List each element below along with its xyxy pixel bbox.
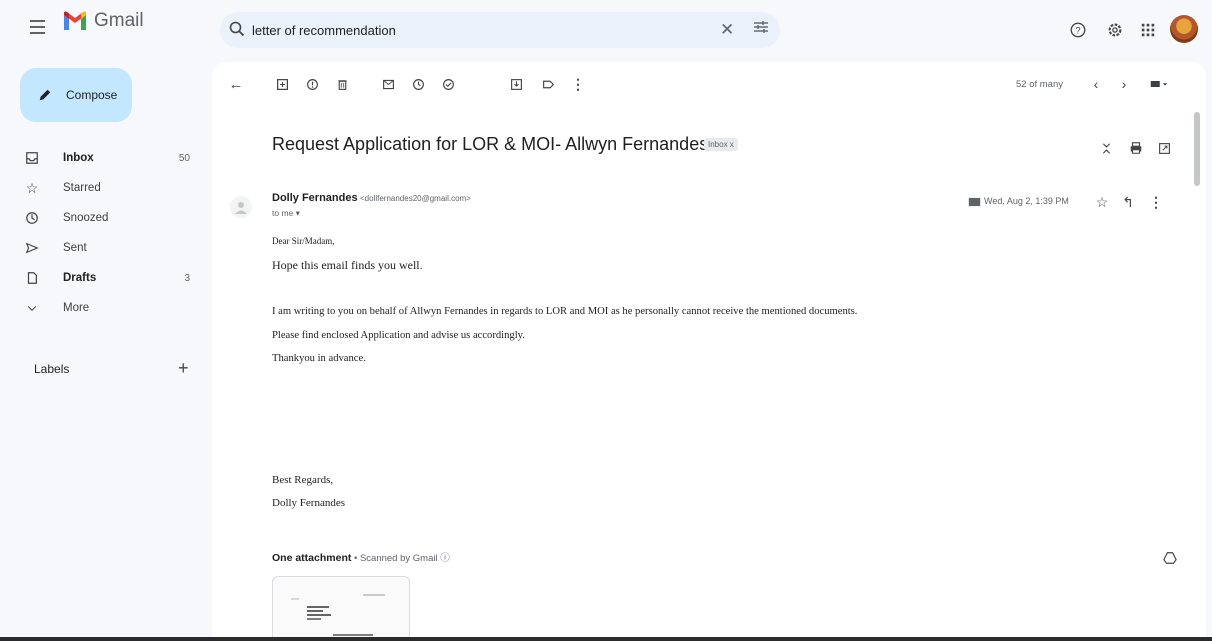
sender-name[interactable]: Dolly Fernandes — [272, 192, 358, 204]
report-spam-icon[interactable] — [304, 76, 320, 92]
attachment-count: One attachment — [272, 552, 352, 564]
search-options-icon[interactable] — [752, 18, 770, 36]
body-line: Hope this email finds you well. — [272, 258, 423, 272]
attachment-indicator-icon — [966, 194, 982, 210]
svg-text:?: ? — [1075, 26, 1080, 36]
email-subject: Request Application for LOR & MOI- Allwy… — [272, 134, 709, 154]
archive-icon[interactable] — [274, 76, 290, 92]
pagination-status: 52 of many — [1016, 79, 1063, 90]
sidebar-item-snoozed[interactable]: Snoozed — [0, 204, 200, 232]
gmail-window: Gmail ✕ ? — [0, 0, 1212, 641]
app-name: Gmail — [94, 10, 144, 31]
back-arrow-icon[interactable]: ← — [228, 76, 244, 93]
reading-pane: ← ⋮ 52 of many ‹ › Request Application f… — [212, 62, 1206, 637]
compose-label: Compose — [66, 88, 118, 102]
sidebar-item-starred[interactable]: ☆ Starred — [0, 174, 200, 202]
help-icon[interactable]: ? — [1066, 18, 1090, 42]
account-avatar[interactable] — [1170, 15, 1198, 43]
sender-avatar[interactable] — [230, 196, 252, 218]
top-bar: Gmail ✕ ? — [0, 0, 1212, 60]
draft-file-icon — [24, 270, 40, 286]
star-icon: ☆ — [25, 179, 39, 196]
apps-grid-icon[interactable] — [1136, 18, 1160, 42]
sidebar-item-label: Sent — [63, 242, 87, 254]
pencil-icon — [39, 89, 51, 101]
body-greeting: Dear Sir/Madam, — [272, 236, 335, 246]
main-menu-icon[interactable] — [26, 15, 50, 39]
scrollbar-thumb[interactable] — [1194, 112, 1200, 186]
search-icon[interactable] — [228, 20, 246, 38]
sidebar-item-label: More — [63, 302, 90, 314]
sidebar-item-inbox[interactable]: Inbox 50 — [0, 144, 200, 172]
add-to-drive-icon[interactable] — [1162, 550, 1178, 566]
snooze-clock-icon[interactable] — [410, 76, 426, 92]
inbox-label-badge[interactable]: Inbox x — [704, 138, 738, 151]
body-line: Thankyou in advance. — [272, 353, 366, 364]
body-line: Please find enclosed Application and adv… — [272, 330, 525, 341]
sidebar-item-drafts[interactable]: Drafts 3 — [0, 264, 200, 292]
delete-trash-icon[interactable] — [334, 76, 350, 92]
sidebar-item-label: Snoozed — [63, 212, 109, 224]
input-tools-keyboard-icon[interactable] — [1146, 76, 1172, 92]
send-icon — [24, 240, 40, 256]
more-options-icon[interactable]: ⋮ — [570, 76, 586, 92]
sidebar-item-label: Drafts — [63, 272, 97, 284]
settings-gear-icon[interactable] — [1103, 18, 1127, 42]
inbox-icon — [24, 150, 40, 166]
clock-icon — [24, 210, 40, 226]
chevron-down-icon — [24, 300, 40, 316]
sidebar-item-label: Inbox — [63, 152, 94, 164]
newer-chevron-left-icon[interactable]: ‹ — [1088, 76, 1104, 92]
expand-collapse-icon[interactable] — [1098, 140, 1114, 156]
scan-note: • Scanned by Gmail ⓘ — [351, 553, 450, 564]
sidebar: Compose Inbox 50 ☆ Starred Snoozed Sent — [0, 60, 210, 641]
sender-email: <dollfernandes20@gmail.com> — [360, 194, 471, 203]
gmail-logo[interactable]: Gmail — [62, 10, 144, 32]
move-to-icon[interactable] — [508, 76, 524, 92]
email-date: Wed, Aug 2, 1:39 PM — [984, 196, 1069, 206]
recipient-details-toggle[interactable]: to me ▾ — [272, 208, 300, 219]
add-task-icon[interactable] — [440, 76, 456, 92]
unread-count: 50 — [178, 152, 190, 164]
print-icon[interactable] — [1128, 140, 1144, 156]
attachment-header: One attachment • Scanned by Gmail ⓘ — [272, 550, 450, 564]
sidebar-item-sent[interactable]: Sent — [0, 234, 200, 262]
search-bar[interactable] — [220, 12, 780, 48]
search-input[interactable] — [252, 16, 702, 44]
compose-button[interactable]: Compose — [20, 68, 132, 122]
sidebar-item-label: Starred — [63, 182, 101, 194]
bottom-edge — [0, 637, 1212, 641]
draft-count: 3 — [184, 272, 190, 284]
older-chevron-right-icon[interactable]: › — [1116, 76, 1132, 92]
attachment-thumbnail[interactable] — [272, 576, 410, 637]
body-line: I am writing to you on behalf of Allwyn … — [272, 306, 858, 317]
mark-unread-icon[interactable] — [380, 76, 396, 92]
body-signature: Dolly Fernandes — [272, 497, 346, 509]
more-actions-icon[interactable]: ⋮ — [1148, 194, 1164, 210]
add-label-button[interactable]: + — [178, 358, 189, 379]
sidebar-item-more[interactable]: More — [0, 294, 200, 322]
label-tag-icon[interactable] — [540, 76, 556, 92]
star-icon[interactable]: ☆ — [1094, 194, 1110, 210]
body-closing: Best Regards, — [272, 474, 334, 486]
reply-arrow-icon[interactable]: ↰ — [1120, 194, 1136, 210]
gmail-m-icon — [64, 11, 86, 30]
labels-heading: Labels — [34, 362, 70, 376]
clear-search-icon[interactable]: ✕ — [720, 20, 734, 40]
open-new-window-icon[interactable] — [1156, 140, 1172, 156]
